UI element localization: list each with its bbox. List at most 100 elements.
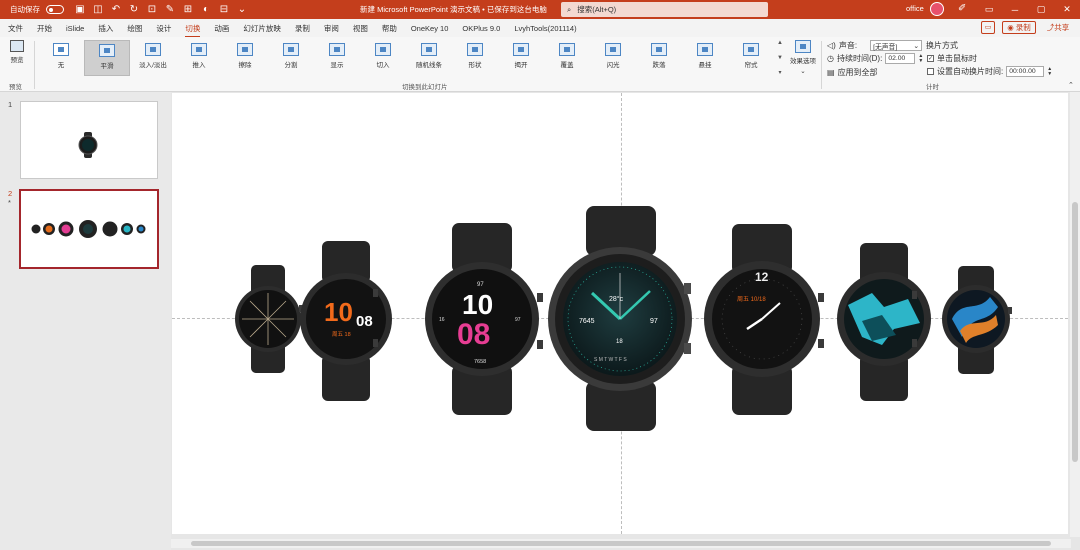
transition-push[interactable]: 推入	[176, 40, 222, 76]
search-placeholder: 搜索(Alt+Q)	[577, 5, 617, 14]
transition-split[interactable]: 分割	[268, 40, 314, 76]
watch-4: 28°c 7645 97 18 S M T W T F S	[548, 206, 692, 431]
timing-group-label: 计时	[926, 84, 939, 91]
tab-home[interactable]: 开始	[37, 23, 52, 34]
transition-drape[interactable]: 悬挂	[682, 40, 728, 76]
textbox-icon[interactable]: ⊟	[218, 4, 230, 15]
vertical-scrollbar[interactable]	[1070, 92, 1080, 537]
transition-random-bars[interactable]: 随机线条	[406, 40, 452, 76]
tab-onekey[interactable]: OneKey 10	[411, 24, 449, 33]
tab-design[interactable]: 设计	[156, 23, 171, 34]
horizontal-scrollbar[interactable]	[171, 539, 1071, 548]
preview-icon	[10, 40, 24, 52]
tab-record[interactable]: 录制	[295, 23, 310, 34]
comment-button[interactable]: ▭	[981, 21, 995, 34]
watch-3-right: 97	[515, 317, 521, 323]
avatar[interactable]	[930, 2, 944, 16]
transition-uncover-icon	[513, 43, 529, 56]
tab-draw[interactable]: 绘图	[127, 23, 142, 34]
transition-fade[interactable]: 淡入/淡出	[130, 40, 176, 76]
tab-slideshow[interactable]: 幻灯片放映	[243, 23, 281, 34]
slide-thumbnail-1[interactable]	[20, 101, 158, 179]
minimize-icon[interactable]: ─	[1002, 5, 1028, 15]
format-painter-icon[interactable]: ✎	[164, 4, 176, 15]
after-checkbox[interactable]	[927, 68, 934, 75]
tab-okplus[interactable]: OKPlus 9.0	[462, 24, 500, 33]
tab-animations[interactable]: 动画	[214, 23, 229, 34]
pen-icon[interactable]: ✐	[958, 3, 966, 14]
slide-modified-star: *	[8, 198, 11, 207]
customize-qat-icon[interactable]: ⌄	[236, 4, 248, 15]
gallery-more-icon[interactable]: ▾	[778, 69, 781, 76]
user-name[interactable]: office	[906, 4, 924, 13]
watches-image[interactable]: 10 08 周五 18 97 10 08 16 97 7658 28°c 764…	[172, 93, 1068, 534]
duration-spinner[interactable]: ▲ ▼	[918, 53, 923, 64]
record-button[interactable]: ◉ 录制	[1002, 21, 1036, 34]
tab-lvyhtools[interactable]: LvyhTools(201114)	[514, 24, 576, 33]
transition-fall-over[interactable]: 跌落	[636, 40, 682, 76]
watch-3-minute: 08	[457, 318, 490, 351]
tab-help[interactable]: 帮助	[382, 23, 397, 34]
tab-islide[interactable]: iSlide	[66, 24, 84, 33]
transition-flash[interactable]: 闪光	[590, 40, 636, 76]
collapse-ribbon-icon[interactable]: ⌃	[1068, 81, 1074, 89]
islide-icon[interactable]: ◫	[92, 4, 104, 15]
redo-icon[interactable]: ↻	[128, 4, 140, 15]
watch-2-hour: 10	[324, 297, 353, 327]
tab-view[interactable]: 视图	[353, 23, 368, 34]
horizontal-scroll-thumb[interactable]	[191, 541, 1051, 546]
transition-drape-icon	[697, 43, 713, 56]
transition-cover[interactable]: 覆盖	[544, 40, 590, 76]
transition-curtains[interactable]: 帘式	[728, 40, 774, 76]
share-button[interactable]: ⤴ 共享	[1041, 21, 1075, 34]
transition-uncover[interactable]: 揭开	[498, 40, 544, 76]
transition-cut-icon	[375, 43, 391, 56]
slide-canvas[interactable]: 10 08 周五 18 97 10 08 16 97 7658 28°c 764…	[172, 93, 1068, 534]
watch-4-bottom: 18	[616, 339, 623, 345]
watch-6	[837, 243, 931, 401]
transition-none-icon	[53, 43, 69, 56]
after-time-spinner[interactable]: ▲ ▼	[1047, 66, 1052, 77]
tab-transitions[interactable]: 切换	[185, 23, 201, 38]
slide-thumbnail-2[interactable]	[19, 189, 159, 269]
tab-insert[interactable]: 插入	[98, 23, 113, 34]
format-icon[interactable]: ⊞	[182, 4, 194, 15]
gallery-down-icon[interactable]: ▼	[777, 55, 783, 61]
tab-file[interactable]: 文件	[8, 23, 23, 34]
apply-all-button[interactable]: ▤ 应用到全部	[827, 67, 878, 78]
undo-icon[interactable]: ↶	[110, 4, 122, 15]
tab-review[interactable]: 审阅	[324, 23, 339, 34]
transition-none[interactable]: 无	[38, 40, 84, 76]
shape-icon[interactable]: ◐	[200, 4, 212, 15]
preview-button[interactable]: 预览	[4, 40, 30, 80]
save-icon[interactable]: ▣	[74, 4, 86, 15]
sound-dropdown[interactable]: [无声音] ⌄	[870, 40, 923, 51]
after-time-input[interactable]: 00:00.00	[1006, 66, 1045, 77]
present-icon[interactable]: ⊡	[146, 4, 158, 15]
transition-reveal[interactable]: 显示	[314, 40, 360, 76]
slide-thumbnails-panel: 1 2 *	[0, 92, 170, 550]
share-icon: ⤴	[1046, 23, 1055, 32]
transition-morph[interactable]: 平滑	[84, 40, 130, 76]
close-icon[interactable]: ✕	[1054, 4, 1080, 15]
document-title[interactable]: 新建 Microsoft PowerPoint 演示文稿 • 已保存到这台电脑	[360, 4, 547, 15]
on-click-checkbox[interactable]: ✓	[927, 55, 934, 62]
transition-cut[interactable]: 切入	[360, 40, 406, 76]
gallery-scroll: ▲ ▼ ▾	[774, 40, 786, 76]
apply-all-icon: ▤	[827, 68, 835, 77]
slide-editor: 10 08 周五 18 97 10 08 16 97 7658 28°c 764…	[171, 92, 1080, 550]
comment-icon: ▭	[984, 24, 992, 31]
gallery-up-icon[interactable]: ▲	[777, 40, 783, 46]
search-box[interactable]: ⌕ 搜索(Alt+Q)	[561, 2, 768, 17]
duration-input[interactable]: 02.00	[885, 53, 916, 64]
search-icon: ⌕	[567, 4, 572, 14]
autosave-toggle[interactable]	[46, 5, 64, 14]
ribbon-display-icon[interactable]: ▭	[976, 4, 1002, 15]
effect-options-button[interactable]: 效果选项 ⌄	[788, 40, 818, 80]
vertical-scroll-thumb[interactable]	[1072, 202, 1078, 462]
transition-wipe[interactable]: 擦除	[222, 40, 268, 76]
maximize-icon[interactable]: ▢	[1028, 4, 1054, 15]
watch-3-left: 16	[439, 317, 445, 323]
transition-shape[interactable]: 形状	[452, 40, 498, 76]
transition-morph-icon	[99, 44, 115, 57]
